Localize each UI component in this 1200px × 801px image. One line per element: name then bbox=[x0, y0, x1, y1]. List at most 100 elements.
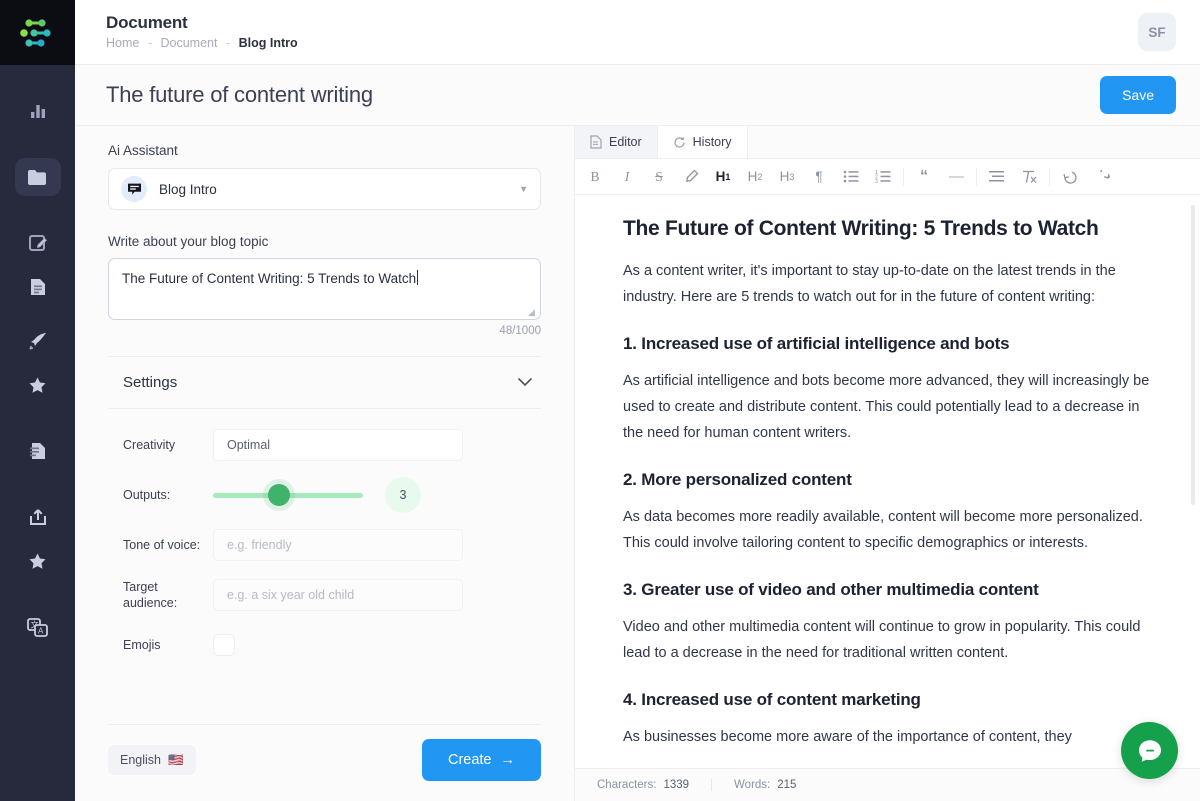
arrow-right-icon: → bbox=[501, 752, 516, 768]
chat-bubble-icon bbox=[1136, 737, 1164, 765]
sidebar-item-articles[interactable] bbox=[0, 429, 75, 473]
edit-square-icon bbox=[28, 233, 48, 253]
heading-1-button[interactable]: H1 bbox=[707, 163, 739, 191]
rail-items: 文 A bbox=[0, 65, 75, 649]
outputs-slider[interactable] bbox=[213, 493, 363, 498]
document-section-body: As artificial intelligence and bots beco… bbox=[623, 368, 1156, 446]
chevron-down-icon[interactable] bbox=[517, 374, 533, 392]
document-scrollbar[interactable] bbox=[1191, 205, 1195, 505]
tab-history[interactable]: History bbox=[658, 126, 748, 158]
word-count-value: 215 bbox=[777, 779, 796, 791]
horizontal-rule-button[interactable] bbox=[940, 163, 972, 191]
document-section-heading: 2. More personalized content bbox=[623, 470, 1156, 490]
folder-icon bbox=[27, 168, 48, 187]
breadcrumb-item-home[interactable]: Home bbox=[106, 36, 139, 50]
character-count-label: Characters: bbox=[597, 779, 656, 791]
clear-format-icon[interactable] bbox=[1013, 163, 1045, 191]
italic-button[interactable]: I bbox=[611, 163, 643, 191]
rocket-icon bbox=[28, 331, 48, 351]
settings-section: Settings Creativity Optimal Outputs: bbox=[108, 356, 541, 677]
document-scroll-area[interactable]: The Future of Content Writing: 5 Trends … bbox=[575, 195, 1200, 768]
tone-input[interactable]: e.g. friendly bbox=[213, 529, 463, 561]
sidebar-item-favorites[interactable] bbox=[0, 363, 75, 407]
editor-tabs: Editor History bbox=[575, 126, 1200, 159]
sidebar-item-templates[interactable] bbox=[0, 265, 75, 309]
tab-editor[interactable]: Editor bbox=[575, 126, 658, 158]
document-title[interactable]: The future of content writing bbox=[106, 82, 1100, 108]
sidebar-item-starred[interactable] bbox=[0, 539, 75, 583]
indent-icon[interactable] bbox=[981, 163, 1013, 191]
flag-icon: 🇺🇸 bbox=[168, 753, 184, 768]
sidebar-item-analytics[interactable] bbox=[0, 89, 75, 133]
strikethrough-button[interactable]: S bbox=[643, 163, 675, 191]
header-text-block: Document Home - Document - Blog Intro bbox=[106, 13, 1138, 51]
chat-widget-button[interactable] bbox=[1121, 722, 1178, 779]
workspace: Ai Assistant Blog Intro ▼ Write about yo… bbox=[75, 126, 1200, 801]
article-icon bbox=[29, 441, 47, 461]
resize-grip-icon[interactable]: ◢ bbox=[528, 308, 537, 317]
creativity-select[interactable]: Optimal bbox=[213, 429, 463, 461]
breadcrumb-separator: - bbox=[143, 36, 157, 50]
translate-icon: 文 A bbox=[27, 617, 48, 637]
paragraph-button[interactable]: ¶ bbox=[803, 163, 835, 191]
sidebar-item-export[interactable] bbox=[0, 495, 75, 539]
blockquote-button[interactable]: “ bbox=[908, 163, 940, 191]
editor-column: Editor History B I S H1 bbox=[575, 126, 1200, 801]
sidebar-item-translate[interactable]: 文 A bbox=[0, 605, 75, 649]
document-heading: The Future of Content Writing: 5 Trends … bbox=[623, 217, 1156, 241]
document-section-body: Video and other multimedia content will … bbox=[623, 614, 1156, 666]
highlighter-icon[interactable] bbox=[675, 163, 707, 191]
settings-header[interactable]: Settings bbox=[108, 357, 541, 409]
bold-button[interactable]: B bbox=[579, 163, 611, 191]
document-section-body: As businesses become more aware of the i… bbox=[623, 724, 1156, 750]
outputs-slider-wrap: 3 bbox=[213, 477, 533, 513]
word-count: Words: 215 bbox=[711, 779, 818, 791]
document-content[interactable]: The Future of Content Writing: 5 Trends … bbox=[623, 217, 1156, 750]
redo-icon[interactable] bbox=[1086, 163, 1118, 191]
heading-3-button[interactable]: H3 bbox=[771, 163, 803, 191]
bullet-list-icon[interactable] bbox=[835, 163, 867, 191]
emojis-toggle[interactable] bbox=[213, 634, 235, 656]
document-section-body: As data becomes more readily available, … bbox=[623, 504, 1156, 556]
sidebar-item-boost[interactable] bbox=[0, 319, 75, 363]
avatar[interactable]: SF bbox=[1138, 13, 1176, 51]
setting-row-tone: Tone of voice: e.g. friendly bbox=[123, 527, 533, 563]
document-icon bbox=[29, 277, 47, 297]
sidebar-item-documents[interactable] bbox=[0, 155, 75, 199]
breadcrumb-item-document[interactable]: Document bbox=[160, 36, 217, 50]
setting-row-creativity: Creativity Optimal bbox=[123, 427, 533, 463]
assistant-select[interactable]: Blog Intro ▼ bbox=[108, 168, 541, 210]
editor-toolbar: B I S H1 H2 H3 ¶ bbox=[575, 159, 1200, 195]
create-button[interactable]: Create → bbox=[422, 739, 541, 781]
topic-input[interactable]: The Future of Content Writing: 5 Trends … bbox=[108, 258, 541, 320]
language-selector[interactable]: English 🇺🇸 bbox=[108, 745, 196, 775]
numbered-list-icon[interactable]: 1 2 3 bbox=[867, 163, 899, 191]
document-section-heading: 3. Greater use of video and other multim… bbox=[623, 580, 1156, 600]
svg-text:A: A bbox=[38, 627, 44, 636]
editor-status-bar: Characters: 1339 Words: 215 bbox=[575, 768, 1200, 801]
settings-body: Creativity Optimal Outputs: 3 bbox=[108, 409, 541, 663]
document-section-heading: 1. Increased use of artificial intellige… bbox=[623, 334, 1156, 354]
undo-icon[interactable] bbox=[1054, 163, 1086, 191]
panel-footer: English 🇺🇸 Create → bbox=[108, 724, 541, 781]
settings-title: Settings bbox=[123, 374, 517, 391]
app-logo-icon bbox=[18, 14, 58, 52]
star-icon bbox=[28, 552, 47, 571]
audience-input[interactable]: e.g. a six year old child bbox=[213, 579, 463, 611]
sidebar-item-compose[interactable] bbox=[0, 221, 75, 265]
app-logo[interactable] bbox=[0, 0, 75, 65]
topic-input-value: The Future of Content Writing: 5 Trends … bbox=[122, 271, 416, 286]
outputs-slider-thumb[interactable] bbox=[268, 484, 290, 506]
heading-2-button[interactable]: H2 bbox=[739, 163, 771, 191]
character-count-value: 1339 bbox=[663, 779, 689, 791]
tab-editor-label: Editor bbox=[609, 135, 642, 149]
setting-row-audience: Target audience: e.g. a six year old chi… bbox=[123, 577, 533, 613]
save-button[interactable]: Save bbox=[1100, 76, 1176, 114]
outputs-value: 3 bbox=[385, 477, 421, 513]
breadcrumb-item-current: Blog Intro bbox=[239, 36, 298, 50]
app-root: 文 A Document Home - Document - Blog Intr… bbox=[0, 0, 1200, 801]
upload-icon bbox=[28, 507, 48, 527]
audience-label: Target audience: bbox=[123, 579, 213, 611]
ai-assistant-label: Ai Assistant bbox=[108, 143, 541, 158]
star-icon bbox=[28, 376, 47, 395]
